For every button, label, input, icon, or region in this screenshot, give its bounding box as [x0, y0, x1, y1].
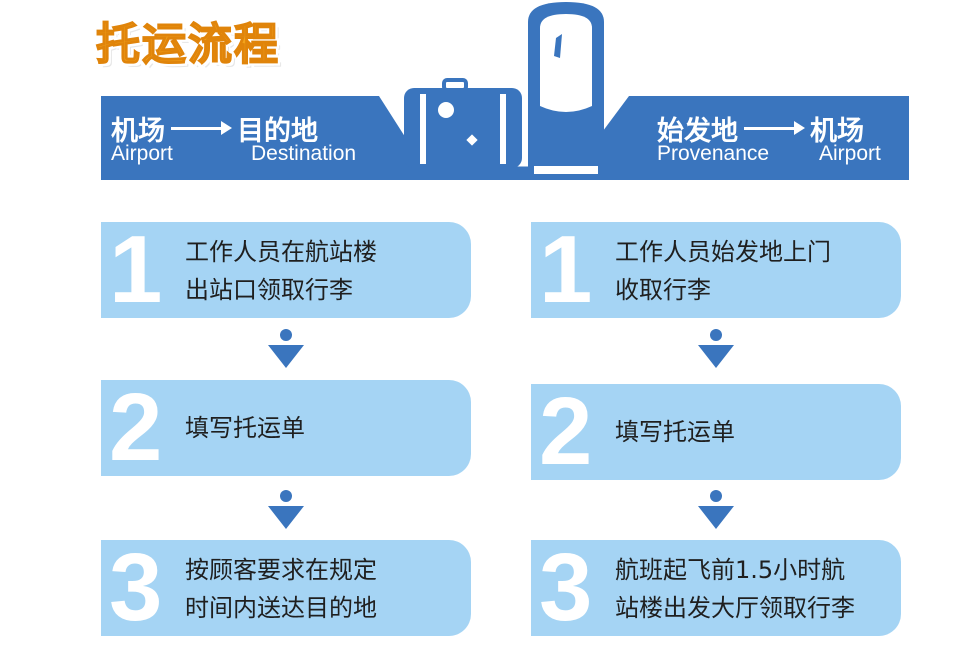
- down-arrow-icon: [698, 329, 734, 368]
- step-number: 3: [539, 534, 593, 641]
- step-text-line1: 填写托运单: [185, 414, 305, 442]
- step-text-line2: 出站口领取行李: [185, 276, 353, 304]
- banner-left-route: 机场 目的地 Airport Destination: [111, 96, 356, 166]
- left-step-1: 1 工作人员在航站楼 出站口领取行李: [101, 216, 471, 323]
- left-step-2: 2 填写托运单: [101, 374, 471, 481]
- right-step-1: 1 工作人员始发地上门 收取行李: [531, 216, 901, 323]
- right-step-3: 3 航班起飞前1.5小时航 站楼出发大厅领取行李: [531, 534, 901, 641]
- step-text-line1: 按顾客要求在规定: [185, 556, 377, 584]
- step-text-line1: 航班起飞前1.5小时航: [615, 556, 846, 584]
- arrow-right-icon: [171, 120, 232, 135]
- diagram-title: 托运流程: [95, 18, 280, 71]
- arrow-right-icon: [744, 120, 805, 135]
- down-arrow-icon: [268, 329, 304, 368]
- step-text-line1: 工作人员始发地上门: [615, 238, 831, 266]
- banner-right-route: 始发地 机场 Provenance Airport: [657, 96, 909, 166]
- luggage-tag-icon: [528, 2, 604, 174]
- down-arrow-icon: [268, 490, 304, 529]
- banner-right-from-en: Provenance: [657, 142, 770, 165]
- step-text-line1: 工作人员在航站楼: [185, 238, 377, 266]
- step-number: 1: [109, 216, 163, 323]
- banner-right-to-en: Airport: [819, 142, 881, 165]
- step-text-line2: 时间内送达目的地: [185, 594, 377, 622]
- left-step-3: 3 按顾客要求在规定 时间内送达目的地: [101, 534, 471, 641]
- luggage-illustration: [404, 2, 604, 174]
- step-text-line1: 填写托运单: [615, 418, 735, 446]
- step-number: 2: [539, 378, 593, 485]
- step-text-line2: 收取行李: [615, 276, 711, 304]
- banner-left-from-en: Airport: [111, 142, 173, 165]
- step-number: 3: [109, 534, 163, 641]
- banner-left-to-en: Destination: [251, 142, 357, 165]
- step-number: 1: [539, 216, 593, 323]
- step-number: 2: [109, 374, 163, 481]
- suitcase-icon: [404, 78, 522, 168]
- step-text-line2: 站楼出发大厅领取行李: [615, 594, 855, 622]
- down-arrow-icon: [698, 490, 734, 529]
- right-step-2: 2 填写托运单: [531, 378, 901, 485]
